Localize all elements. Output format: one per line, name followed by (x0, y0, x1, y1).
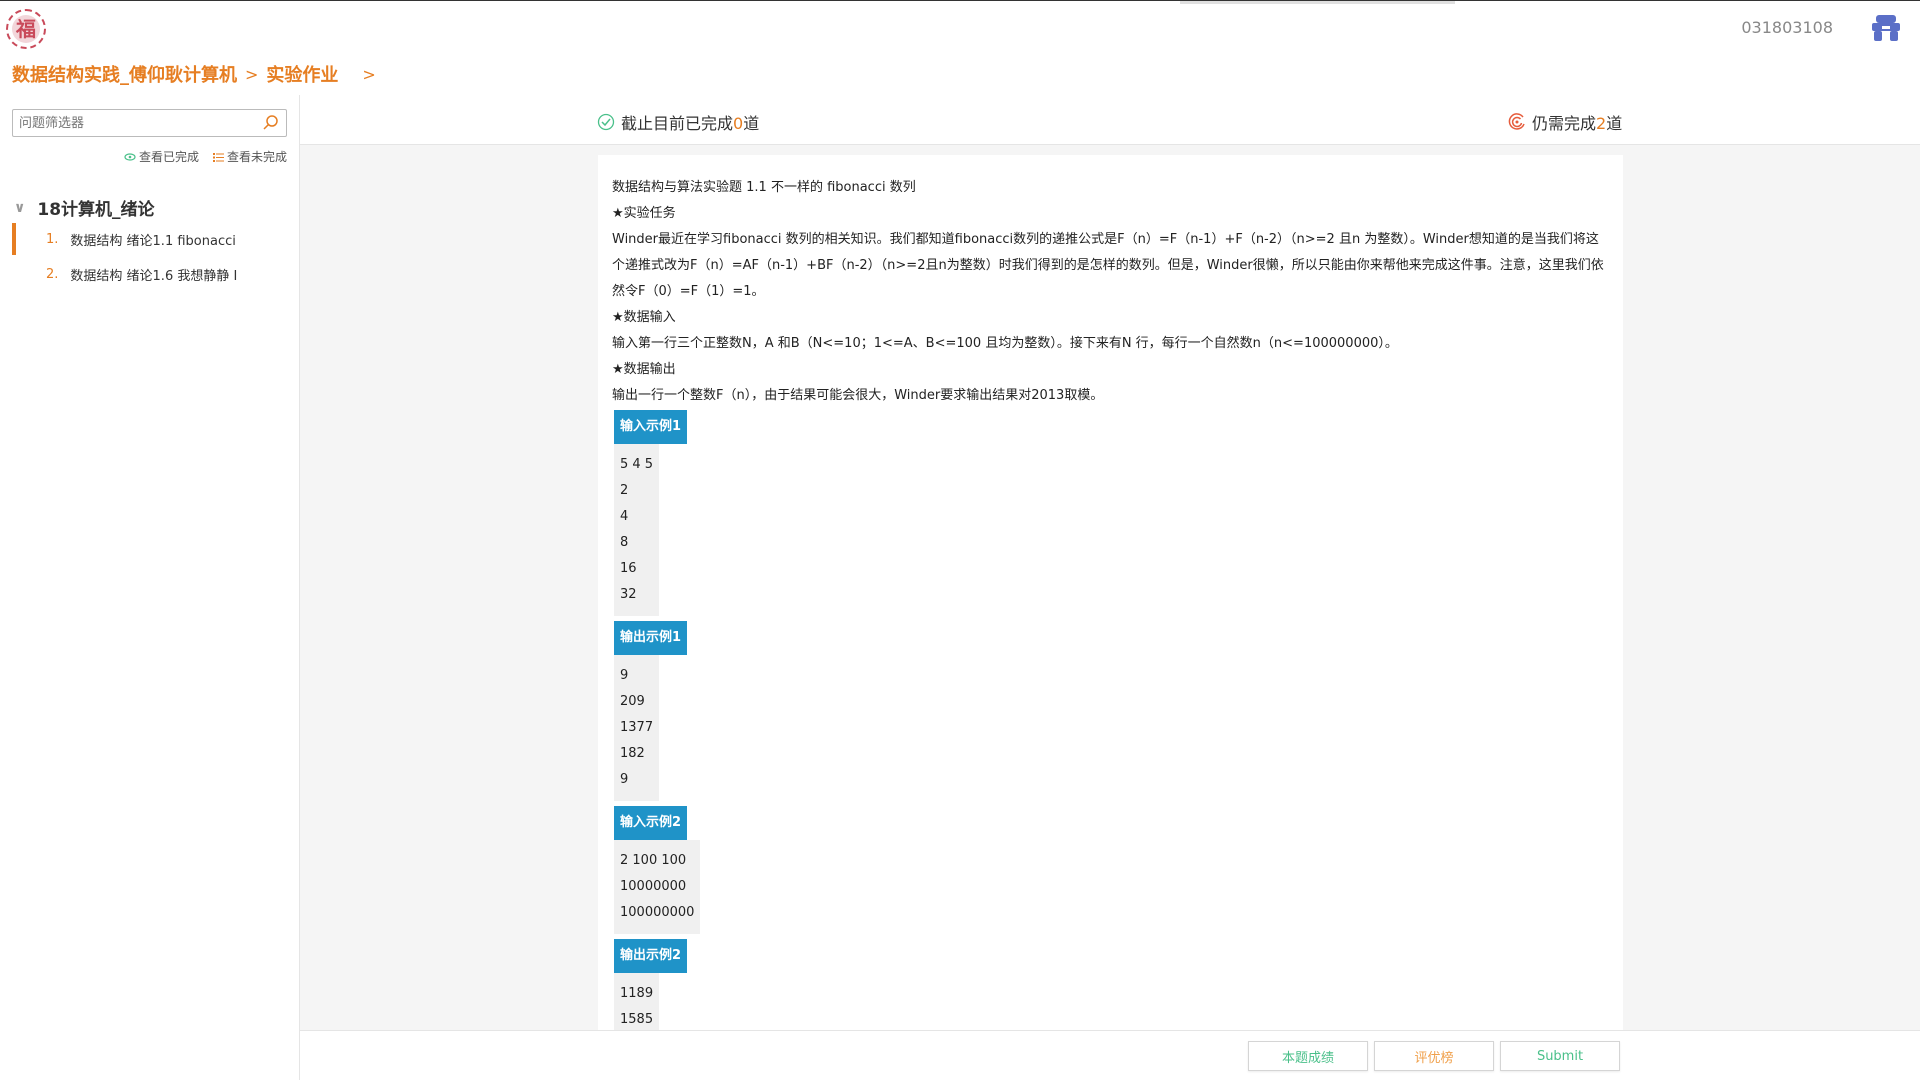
sample-line: 2 (620, 483, 629, 498)
progress-bar: 截止目前已完成0道 仍需完成2道 (300, 95, 1920, 145)
group-title: 18计算机_绪论 (37, 200, 155, 220)
problem-list-item[interactable]: 2. 数据结构 绪论1.6 我想静静 I (12, 258, 300, 290)
breadcrumb-separator-icon: > (245, 64, 259, 84)
sidebar: 查看已完成 查看未完成 ∨ 18计算机_绪论 1. 数据结构 绪论1.1 fib… (0, 95, 300, 1080)
sample-line: 9 (620, 668, 629, 683)
done-prefix: 截止目前已完成 (621, 114, 734, 133)
done-count: 0 (733, 114, 744, 133)
problem-title: 数据结构与算法实验题 1.1 不一样的 fibonacci 数列 (612, 180, 916, 195)
breadcrumb-course[interactable]: 数据结构实践_傅仰耿计算机 (12, 61, 237, 87)
user-id[interactable]: 031803108 (1741, 18, 1833, 37)
eye-icon (124, 152, 136, 161)
problem-filter-input[interactable] (13, 110, 253, 136)
task-text-line: 个递推式改为F（n）=AF（n-1）+BF（n-2）（n>=2且n为整数）时我们… (612, 258, 1604, 273)
view-undone-label: 查看未完成 (226, 150, 287, 164)
sample-block: 输出示例1 9 209 1377 182 9 (612, 620, 1609, 805)
output-text: 输出一行一个整数F（n），由于结果可能会很大，Winder要求输出结果对2013… (612, 388, 1104, 403)
remain-count-status: 仍需完成2道 (1508, 110, 1622, 134)
breadcrumb-section[interactable]: 实验作业 (266, 61, 338, 87)
sample-line: 9 (620, 772, 629, 787)
sample-line: 182 (620, 746, 645, 761)
input-text: 输入第一行三个正整数N，A 和B（N<=10；1<=A、B<=100 且均为整数… (612, 336, 1398, 351)
input-heading: ★数据输入 (612, 310, 676, 325)
task-heading: ★实验任务 (612, 206, 676, 221)
sample-line: 1377 (620, 720, 654, 735)
sample-line: 16 (620, 561, 637, 576)
remain-suffix: 道 (1606, 114, 1623, 133)
breadcrumb: 数据结构实践_傅仰耿计算机 > 实验作业 > (12, 61, 376, 87)
sample-block: 输入示例2 2 100 100 10000000 100000000 (612, 805, 1609, 938)
task-text-line: 然令F（0）=F（1）=1。 (612, 284, 765, 299)
problem-content: 数据结构与算法实验题 1.1 不一样的 fibonacci 数列 ★实验任务 W… (598, 155, 1623, 1030)
sample-line: 2 100 100 (620, 853, 687, 868)
score-button[interactable]: 本题成绩 (1248, 1041, 1368, 1071)
sample-line: 10000000 (620, 879, 687, 894)
sample-box: 5 4 5 2 4 8 16 32 (614, 444, 660, 616)
rank-button[interactable]: 评优榜 (1374, 1041, 1494, 1071)
problem-list-item[interactable]: 1. 数据结构 绪论1.1 fibonacci (12, 223, 300, 255)
sample-line: 4 (620, 509, 629, 524)
problem-group[interactable]: ∨ 18计算机_绪论 (14, 195, 155, 221)
logo-icon: 福 (12, 15, 40, 43)
chevron-down-icon[interactable]: ∨ (14, 200, 25, 216)
problem-filter (12, 109, 287, 137)
sample-line: 8 (620, 535, 629, 550)
item-label: 数据结构 绪论1.1 fibonacci (70, 233, 236, 249)
sample-box: 2 100 100 10000000 100000000 (614, 840, 701, 934)
view-done-link[interactable]: 查看已完成 (124, 148, 199, 165)
done-count-status: 截止目前已完成0道 (597, 110, 759, 134)
sample-line: 32 (620, 587, 637, 602)
task-text-line: Winder最近在学习fibonacci 数列的相关知识。我们都知道fibona… (612, 232, 1599, 247)
sample-box: 1189 1585 (614, 973, 660, 1030)
site-logo[interactable]: 福 (6, 9, 46, 49)
top-shadow-bar (1180, 1, 1455, 4)
action-buttons: 本题成绩 评优榜 Submit (1248, 1041, 1620, 1071)
remain-count: 2 (1596, 114, 1607, 133)
sample-line: 209 (620, 694, 645, 709)
sample-line: 5 4 5 (620, 457, 654, 472)
sample-box: 9 209 1377 182 9 (614, 655, 660, 801)
submit-button[interactable]: Submit (1500, 1041, 1620, 1071)
sample-block: 输出示例2 1189 1585 (612, 938, 1609, 1030)
sample-block: 输入示例1 5 4 5 2 4 8 16 32 (612, 409, 1609, 620)
done-suffix: 道 (743, 114, 760, 133)
list-icon (212, 152, 224, 162)
action-footer: 本题成绩 评优榜 Submit (300, 1030, 1920, 1080)
top-header: 福 031803108 数据结构实践_傅仰耿计算机 > 实验作业 > (0, 0, 1920, 95)
item-number: 1. (46, 231, 59, 247)
item-label: 数据结构 绪论1.6 我想静静 I (70, 268, 238, 284)
output-heading: ★数据输出 (612, 362, 676, 377)
sample-line: 1585 (620, 1012, 654, 1027)
sample-label: 输出示例2 (614, 939, 688, 973)
item-number: 2. (46, 266, 59, 282)
view-done-label: 查看已完成 (138, 150, 199, 164)
sample-line: 100000000 (620, 905, 695, 920)
target-icon (1508, 113, 1525, 130)
view-undone-link[interactable]: 查看未完成 (212, 148, 287, 165)
sample-label: 输入示例2 (614, 806, 688, 840)
sample-label: 输出示例1 (614, 621, 688, 655)
check-circle-icon (597, 113, 615, 131)
search-icon[interactable] (262, 114, 280, 132)
breadcrumb-more-icon[interactable]: > (362, 65, 375, 84)
filter-links: 查看已完成 查看未完成 (124, 148, 287, 165)
remain-prefix: 仍需完成 (1532, 114, 1597, 133)
avatar-icon[interactable] (1870, 13, 1902, 43)
sample-line: 1189 (620, 986, 654, 1001)
sample-label: 输入示例1 (614, 410, 688, 444)
